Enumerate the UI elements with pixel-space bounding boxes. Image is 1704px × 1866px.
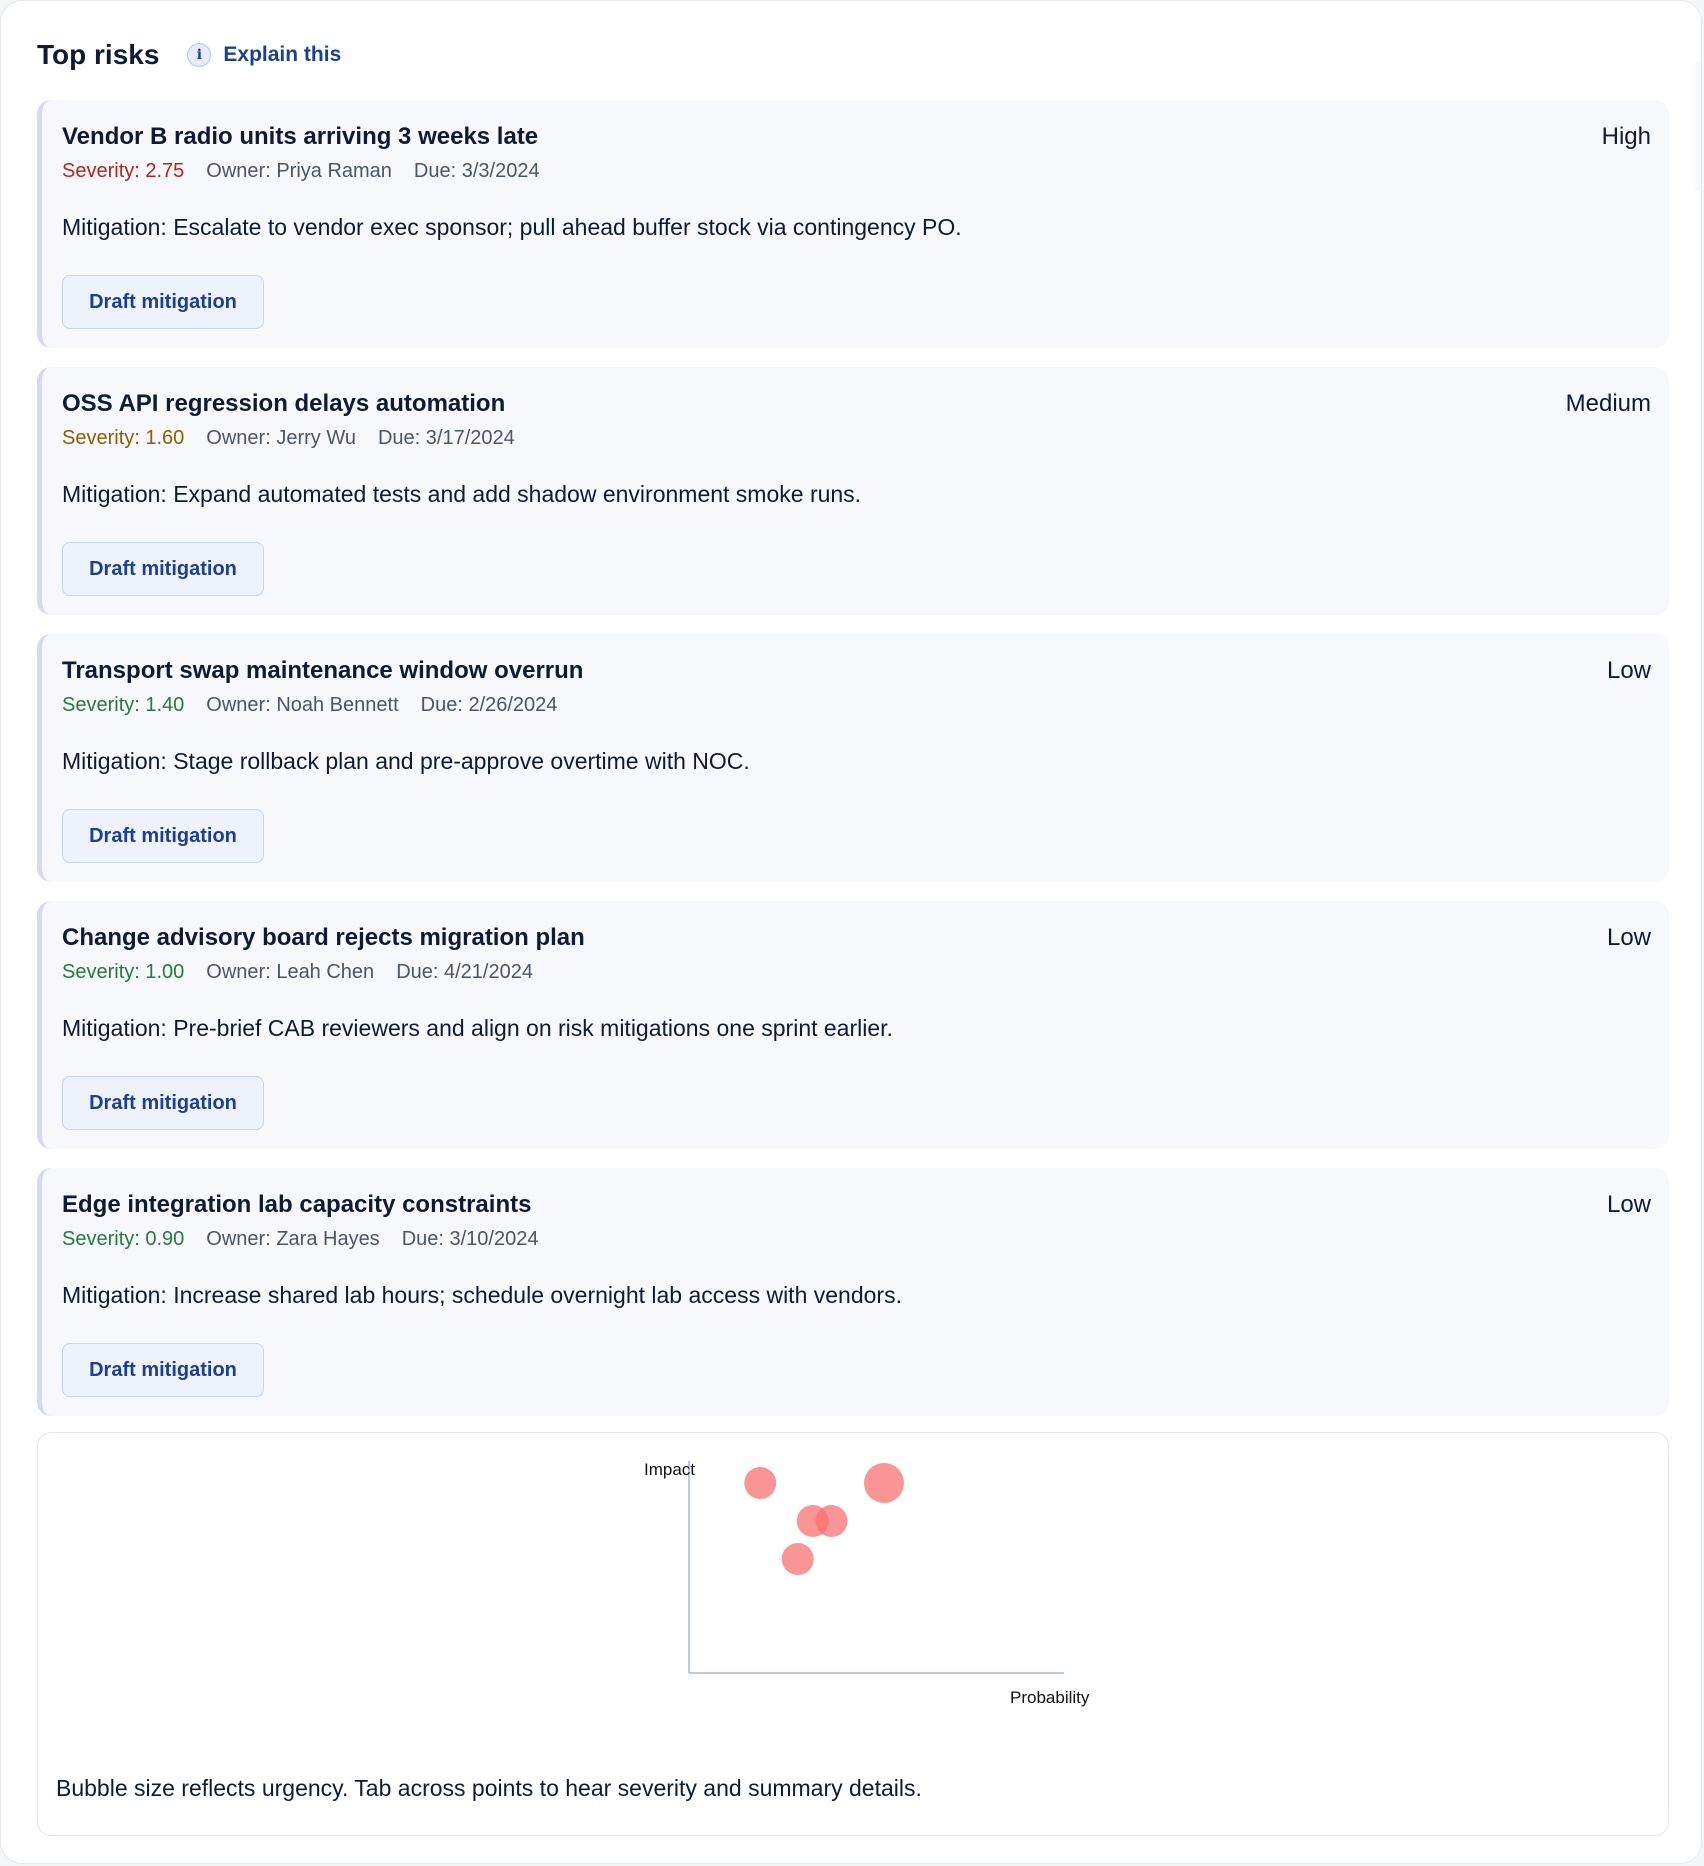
risk-card-header: OSS API regression delays automation Medi… [62,389,1651,419]
chart-note: Bubble size reflects urgency. Tab across… [56,1775,922,1801]
draft-mitigation-button[interactable]: Draft mitigation [62,809,264,863]
scroll-edge [1691,61,1701,191]
risk-card-header: Transport swap maintenance window overru… [62,656,1651,686]
risk-owner: Owner: Priya Raman [206,160,392,182]
risk-due-date: Due: 3/17/2024 [377,427,515,449]
panel-title: Top risks [37,39,160,70]
x-axis-label: Probability [1010,1688,1090,1707]
risk-card: OSS API regression delays automation Medi… [37,367,1669,615]
risk-title: Edge integration lab capacity constraint… [62,1191,532,1218]
explain-this-label: Explain this [223,43,342,66]
risk-due-date: Due: 3/10/2024 [401,1228,539,1250]
risk-mitigation: Mitigation: Pre-brief CAB reviewers and … [62,1015,893,1041]
bubble-chart-svg: Impact Probability [644,1460,1090,1707]
risk-card: Change advisory board rejects migration … [37,901,1669,1149]
panel-header: Top risks i Explain this [37,35,341,75]
draft-mitigation-button[interactable]: Draft mitigation [62,542,264,596]
risk-mitigation: Mitigation: Increase shared lab hours; s… [62,1282,902,1308]
risk-bubble-chart: Impact Probability Bubble size reflects u… [37,1432,1669,1836]
explain-this-link[interactable]: i Explain this [187,43,341,67]
risk-card-header: Change advisory board rejects migration … [62,923,1651,953]
risk-level: Medium [1565,390,1651,417]
risk-level: High [1601,123,1651,150]
risk-card-header: Edge integration lab capacity constraint… [62,1190,1651,1220]
risk-meta: Severity: 1.40 Owner: Noah Bennett Due: 2/… [62,692,1651,718]
risk-severity: Severity: 1.40 [62,694,185,716]
draft-mitigation-button[interactable]: Draft mitigation [62,275,264,329]
risk-title: Change advisory board rejects migration … [62,924,585,951]
risk-severity: Severity: 1.60 [62,427,185,449]
bubble-point[interactable] [744,1467,777,1499]
info-icon: i [187,43,212,67]
risk-level: Low [1606,1191,1651,1218]
bubble-point[interactable] [864,1463,904,1503]
risk-meta: Severity: 2.75 Owner: Priya Raman Due: 3/3… [62,158,1651,184]
risk-card: Transport swap maintenance window overru… [37,634,1669,882]
draft-mitigation-button[interactable]: Draft mitigation [62,1076,264,1130]
risk-owner: Owner: Leah Chen [206,961,375,983]
risk-card: Vendor B radio units arriving 3 weeks la… [37,100,1669,348]
bubble-point[interactable] [781,1543,814,1575]
risk-title: Transport swap maintenance window overru… [62,657,584,684]
risk-card: Edge integration lab capacity constraint… [37,1168,1669,1416]
risk-card-header: Vendor B radio units arriving 3 weeks la… [62,122,1651,152]
bubble-point[interactable] [815,1505,848,1537]
risk-meta: Severity: 0.90 Owner: Zara Hayes Due: 3/10… [62,1226,1651,1252]
risk-title: OSS API regression delays automation [62,390,506,417]
risk-due-date: Due: 4/21/2024 [396,961,533,983]
risk-mitigation: Mitigation: Expand automated tests and a… [62,481,862,507]
top-risks-panel: Top risks i Explain this Vendor B radio … [0,0,1702,1864]
risk-title: Vendor B radio units arriving 3 weeks la… [62,123,539,150]
y-axis-label: Impact [644,1460,695,1479]
risk-severity: Severity: 1.00 [62,961,185,983]
risk-due-date: Due: 3/3/2024 [413,160,540,182]
risk-severity: Severity: 2.75 [62,160,185,182]
risk-level: Low [1606,657,1651,684]
risk-meta: Severity: 1.00 Owner: Leah Chen Due: 4/21/… [62,959,1651,985]
risk-list: Vendor B radio units arriving 3 weeks la… [37,100,1669,1435]
risk-level: Low [1606,924,1651,951]
risk-mitigation: Mitigation: Stage rollback plan and pre-… [62,748,750,774]
risk-mitigation: Mitigation: Escalate to vendor exec spon… [62,214,962,240]
draft-mitigation-button[interactable]: Draft mitigation [62,1343,264,1397]
risk-owner: Owner: Jerry Wu [206,427,356,449]
risk-due-date: Due: 2/26/2024 [420,694,558,716]
risk-owner: Owner: Noah Bennett [206,694,399,716]
risk-severity: Severity: 0.90 [62,1228,185,1250]
risk-owner: Owner: Zara Hayes [206,1228,380,1250]
risk-meta: Severity: 1.60 Owner: Jerry Wu Due: 3/17/2… [62,425,1651,451]
